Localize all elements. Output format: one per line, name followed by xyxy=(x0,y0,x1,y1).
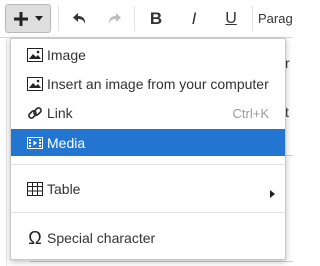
redo-icon xyxy=(106,12,122,26)
chevron-right-icon xyxy=(270,185,275,201)
menu-item-label: Insert an image from your computer xyxy=(47,76,269,92)
editor-border xyxy=(6,39,7,266)
editor-toolbar: B I U Parag xyxy=(0,0,293,38)
toolbar-divider xyxy=(252,6,253,31)
menu-item-image[interactable]: Image xyxy=(11,42,285,68)
underline-button[interactable]: U xyxy=(218,4,244,33)
omega-icon: Ω xyxy=(28,227,42,248)
editor-bottom-border xyxy=(30,261,293,262)
menu-item-label: Image xyxy=(47,47,86,63)
insert-dropdown-menu: Image Insert an image from your computer… xyxy=(10,38,286,260)
bold-button[interactable]: B xyxy=(143,4,169,33)
menu-divider xyxy=(11,212,285,213)
format-select[interactable]: Parag xyxy=(258,4,298,33)
media-icon xyxy=(25,133,45,153)
chevron-down-icon xyxy=(35,16,43,21)
menu-item-label: Special character xyxy=(47,230,156,246)
link-icon xyxy=(25,103,45,123)
menu-item-label: Media xyxy=(47,134,86,151)
toolbar-divider xyxy=(58,6,59,31)
menu-item-link[interactable]: Link Ctrl+K xyxy=(11,100,285,126)
toolbar-divider xyxy=(134,6,135,31)
menu-item-label: Table xyxy=(47,181,81,197)
italic-button[interactable]: I xyxy=(181,4,207,33)
redo-button[interactable] xyxy=(101,4,127,33)
plus-icon xyxy=(13,11,29,27)
undo-button[interactable] xyxy=(67,4,93,33)
menu-item-label: Link xyxy=(47,105,73,121)
menu-item-media[interactable]: Media xyxy=(11,129,285,156)
menu-item-shortcut: Ctrl+K xyxy=(232,105,269,121)
menu-item-special-character[interactable]: Ω Special character xyxy=(11,225,285,251)
undo-icon xyxy=(72,12,88,26)
menu-divider xyxy=(11,164,285,165)
image-icon xyxy=(25,45,45,65)
image-icon xyxy=(25,74,45,94)
table-icon xyxy=(25,179,45,199)
menu-item-table[interactable]: Table xyxy=(11,176,285,202)
menu-item-insert-image-from-computer[interactable]: Insert an image from your computer xyxy=(11,71,285,97)
insert-menu-button[interactable] xyxy=(5,4,51,33)
